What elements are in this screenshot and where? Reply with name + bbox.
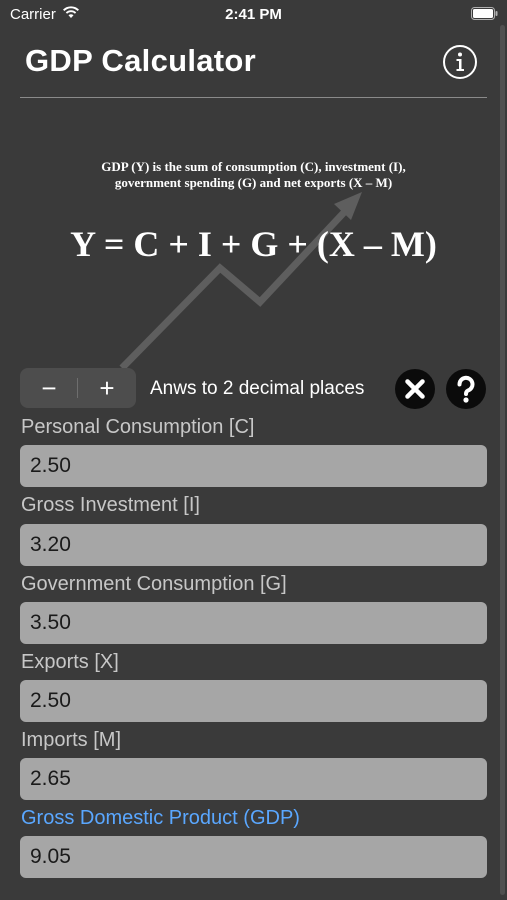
help-icon[interactable] [446,369,486,409]
investment-value: 3.20 [30,533,71,556]
clear-icon[interactable] [395,369,435,409]
formula-description: GDP (Y) is the sum of consumption (C), i… [101,159,406,190]
gdp-result-value: 9.05 [30,845,71,868]
imports-value: 2.65 [30,767,71,790]
status-time: 2:41 PM [225,6,282,23]
status-bar: Carrier 2:41 PM [0,0,507,30]
consumption-label: Personal Consumption [C] [21,416,255,438]
info-icon[interactable] [442,44,478,80]
formula-equation: Y = C + I + G + (X – M) [70,224,437,264]
stepper-plus-button[interactable]: + [78,368,136,408]
government-label: Government Consumption [G] [21,573,287,595]
nav-divider [20,97,487,98]
imports-input[interactable]: 2.65 [20,758,487,800]
battery-icon [471,7,498,20]
government-input[interactable]: 3.50 [20,602,487,644]
decimal-stepper[interactable]: − + [20,368,136,408]
gdp-result-label: Gross Domestic Product (GDP) [21,807,300,829]
stepper-minus-button[interactable]: − [20,368,78,408]
exports-value: 2.50 [30,689,71,712]
exports-label: Exports [X] [21,651,119,673]
consumption-input[interactable]: 2.50 [20,445,487,487]
page-title: GDP Calculator [25,43,257,78]
investment-input[interactable]: 3.20 [20,524,487,566]
investment-label: Gross Investment [I] [21,494,200,516]
decimals-label: Anws to 2 decimal places [150,378,365,399]
government-value: 3.50 [30,611,71,634]
consumption-value: 2.50 [30,454,71,477]
scroll-indicator[interactable] [500,25,505,895]
formula-banner: GDP (Y) is the sum of consumption (C), i… [20,140,487,380]
gdp-result-field[interactable]: 9.05 [20,836,487,878]
exports-input[interactable]: 2.50 [20,680,487,722]
imports-label: Imports [M] [21,729,122,751]
